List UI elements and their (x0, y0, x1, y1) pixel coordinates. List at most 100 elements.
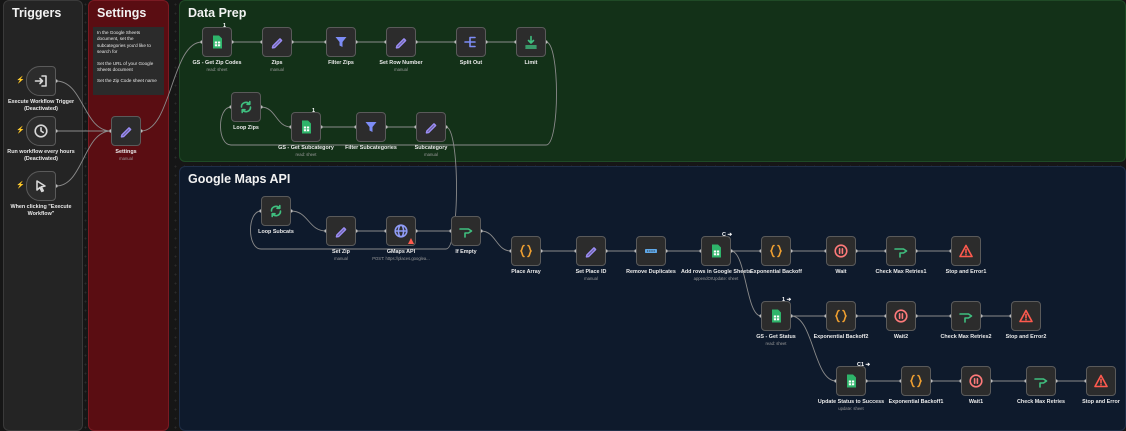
node-subtitle: read: sheet (295, 151, 317, 157)
node-label: Stop and Error1 (923, 269, 1009, 276)
node-subtitle: POST: https://places.googleа... (372, 255, 430, 261)
node-label: Stop and Error2 (983, 334, 1069, 341)
loop-icon (268, 203, 284, 219)
node-wait1[interactable] (961, 366, 991, 396)
node-title: Place Array (511, 269, 541, 275)
node-title: Execute Workflow Trigger (Deactivated) (7, 99, 75, 112)
filter-icon (333, 34, 349, 50)
trigger-bolt-icon: ⚡ (16, 127, 25, 134)
node-label: Settings manual (83, 149, 169, 162)
node-if-empty[interactable] (451, 216, 481, 246)
sheets-icon (298, 119, 314, 135)
node-label: When clicking "Execute Workflow" (0, 204, 84, 217)
node-title: Check Max Retries1 (875, 269, 927, 275)
connection-line[interactable] (730, 250, 762, 317)
node-title: Limit (524, 60, 538, 66)
node-exponential-backoff1[interactable] (901, 366, 931, 396)
node-subtitle: manual (424, 151, 438, 157)
connection-line[interactable] (290, 210, 327, 232)
workflow-canvas[interactable]: Triggers Settings In the Google Sheets d… (0, 0, 1126, 431)
node-set-row-number[interactable] (386, 27, 416, 57)
node-stop-and-error2[interactable] (1011, 301, 1041, 331)
node-label: Subcategory manual (388, 145, 474, 158)
arrow-in-icon (33, 73, 49, 89)
node-title: Set Row Number (379, 60, 423, 66)
node-title: Stop and Error (1082, 399, 1120, 405)
node-badge: 1 ➔ (782, 297, 792, 303)
node-stop-and-error[interactable] (1086, 366, 1116, 396)
node-title: Loop Subcats (258, 229, 294, 235)
node-label: Loop Zips (203, 125, 289, 132)
node-loop-zips[interactable] (231, 92, 261, 122)
sheets-icon (708, 243, 724, 259)
warning-icon (1018, 308, 1034, 324)
braces-icon (518, 243, 534, 259)
node-check-max-retries1[interactable] (886, 236, 916, 266)
node-gs-get-zip-codes[interactable] (202, 27, 232, 57)
connection-line[interactable] (480, 230, 512, 252)
node-place-array[interactable] (511, 236, 541, 266)
node-loop-subcats[interactable] (261, 196, 291, 226)
node-check-max-retries2[interactable] (951, 301, 981, 331)
node-filter-zips[interactable] (326, 27, 356, 57)
pencil-icon (118, 123, 134, 139)
node-subtitle: manual (119, 155, 133, 161)
braces-icon (833, 308, 849, 324)
pencil-icon (583, 243, 599, 259)
node-label: Loop Subcats (233, 229, 319, 236)
node-title: Set Zip (332, 249, 350, 255)
node-exponential-backoff[interactable] (761, 236, 791, 266)
node-set-place-id[interactable] (576, 236, 606, 266)
node-badge: 1 (312, 108, 316, 114)
node-stop-and-error1[interactable] (951, 236, 981, 266)
node-subtitle: manual (584, 275, 598, 281)
connection-line[interactable] (140, 41, 203, 132)
connection-line[interactable] (260, 106, 292, 128)
pencil-icon (269, 34, 285, 50)
node-gs-get-status[interactable] (761, 301, 791, 331)
node-execute-workflow-trigger[interactable] (26, 66, 56, 96)
node-exponential-backoff2[interactable] (826, 301, 856, 331)
node-manual-trigger[interactable] (26, 171, 56, 201)
sheets-icon (843, 373, 859, 389)
node-label: If Empty (423, 249, 509, 256)
node-update-status-success[interactable] (836, 366, 866, 396)
if-icon (958, 308, 974, 324)
node-gs-get-subcategory[interactable] (291, 112, 321, 142)
node-settings[interactable] (111, 116, 141, 146)
node-limit[interactable] (516, 27, 546, 57)
node-title: Subcategory (414, 145, 448, 151)
node-title: If Empty (455, 249, 477, 255)
node-title: Stop and Error2 (1005, 334, 1047, 340)
node-zips[interactable] (262, 27, 292, 57)
node-filter-subcategories[interactable] (356, 112, 386, 142)
node-title: Wait (835, 269, 847, 275)
node-subtitle: read: sheet (765, 340, 787, 346)
pencil-icon (423, 119, 439, 135)
node-split-out[interactable] (456, 27, 486, 57)
node-wait[interactable] (826, 236, 856, 266)
node-add-rows-sheets[interactable] (701, 236, 731, 266)
limit-icon (523, 34, 539, 50)
node-subcategory[interactable] (416, 112, 446, 142)
dedupe-icon (643, 243, 659, 259)
node-check-max-retries[interactable] (1026, 366, 1056, 396)
node-wait2[interactable] (886, 301, 916, 331)
braces-icon (908, 373, 924, 389)
node-schedule-trigger[interactable] (26, 116, 56, 146)
node-title: Stop and Error1 (945, 269, 987, 275)
node-title: Exponential Backoff (750, 269, 802, 275)
node-title: Filter Zips (328, 60, 354, 66)
pause-icon (893, 308, 909, 324)
split-icon (463, 34, 479, 50)
pencil-icon (393, 34, 409, 50)
sheets-icon (209, 34, 225, 50)
warning-icon (408, 238, 414, 244)
node-remove-duplicates[interactable] (636, 236, 666, 266)
cursor-icon (33, 178, 49, 194)
warning-icon (1093, 373, 1109, 389)
node-subtitle: manual (270, 66, 284, 72)
node-title: GMaps API (386, 249, 416, 255)
trigger-bolt-icon: ⚡ (16, 182, 25, 189)
node-set-zip[interactable] (326, 216, 356, 246)
